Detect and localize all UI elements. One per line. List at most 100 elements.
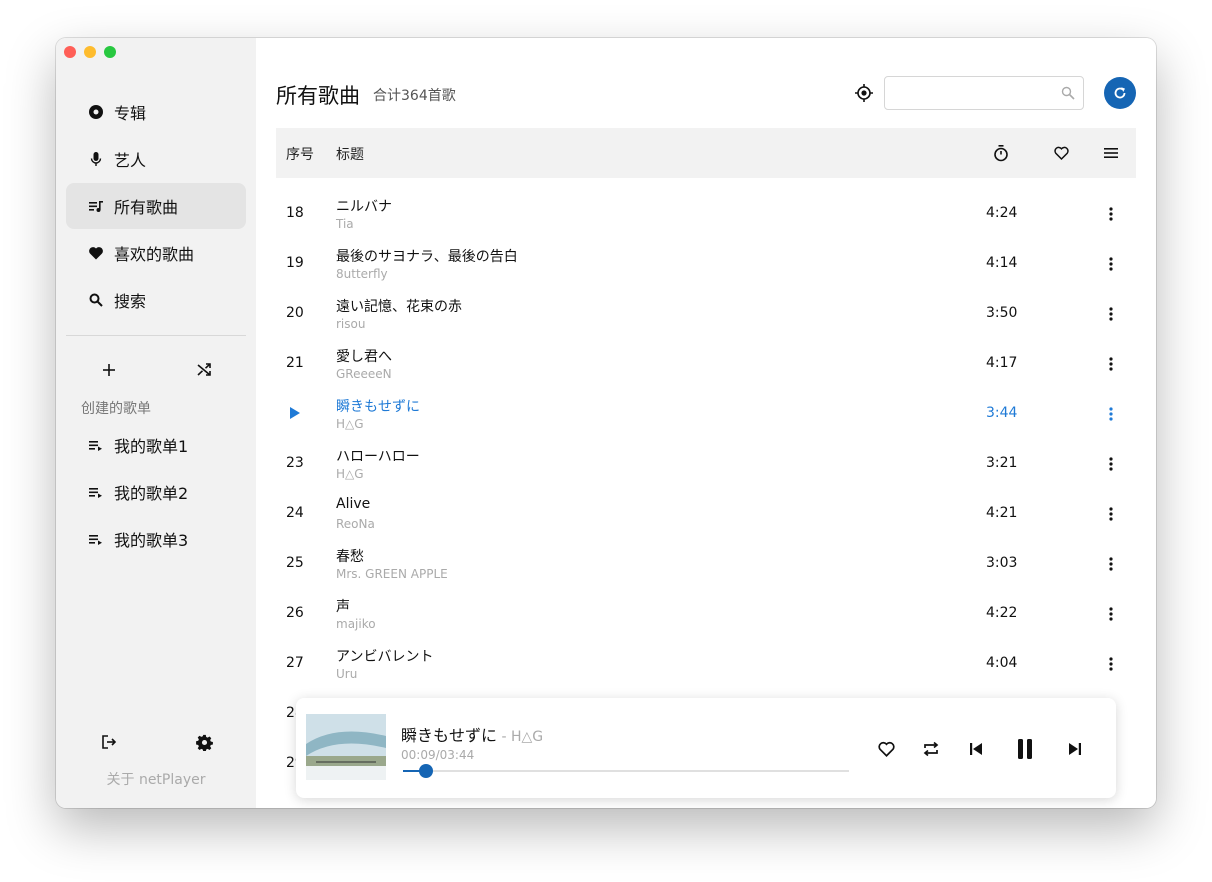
nav-liked-songs-label: 喜欢的歌曲 — [114, 245, 195, 264]
shuffle-icon — [197, 363, 211, 376]
gear-icon — [195, 734, 213, 751]
more-vertical-icon — [1109, 407, 1113, 421]
row-duration: 3:21 — [986, 455, 1018, 471]
search-input[interactable] — [885, 77, 1055, 109]
row-more-button[interactable] — [1101, 204, 1121, 224]
table-row-now-playing[interactable]: 瞬きもせずに H△G 3:44 — [276, 388, 1136, 438]
progress-slider[interactable] — [403, 764, 849, 778]
player-song-title[interactable]: 瞬きもせずに — [401, 726, 497, 745]
nav-search[interactable]: 搜索 — [66, 277, 246, 323]
more-vertical-icon — [1109, 457, 1113, 471]
main-panel: 所有歌曲 合计364首歌 序号 标题 18 ニルバナ Tia 4:24 19 最… — [256, 38, 1156, 808]
row-artist[interactable]: Mrs. GREEN APPLE — [336, 567, 448, 581]
row-duration: 4:21 — [986, 505, 1018, 521]
player-artist[interactable]: H△G — [511, 729, 543, 745]
heart-outline-icon — [877, 741, 895, 757]
row-more-button[interactable] — [1101, 304, 1121, 324]
album-cover[interactable] — [306, 714, 386, 780]
row-artist[interactable]: H△G — [336, 417, 364, 431]
table-row[interactable]: 18 ニルバナ Tia 4:24 — [276, 188, 1136, 238]
row-duration: 3:44 — [986, 405, 1018, 421]
row-artist[interactable]: risou — [336, 317, 365, 331]
menu-icon[interactable] — [1101, 143, 1121, 163]
settings-button[interactable] — [194, 732, 214, 752]
row-duration: 4:17 — [986, 355, 1018, 371]
row-more-button[interactable] — [1101, 454, 1121, 474]
music-list-icon — [88, 198, 104, 214]
row-more-button[interactable] — [1101, 254, 1121, 274]
playlist-label: 我的歌单1 — [114, 437, 189, 456]
header-number: 序号 — [286, 147, 314, 163]
row-more-button[interactable] — [1101, 404, 1121, 424]
nav-artist[interactable]: 艺人 — [66, 136, 246, 182]
stopwatch-icon — [991, 143, 1011, 163]
more-vertical-icon — [1109, 307, 1113, 321]
locate-current-song-button[interactable] — [854, 83, 874, 103]
row-artist[interactable]: GReeeeN — [336, 367, 392, 381]
playlist-label: 我的歌单2 — [114, 484, 189, 503]
add-playlist-button[interactable] — [99, 360, 119, 380]
row-title: 春愁 — [336, 549, 364, 565]
nav-all-songs[interactable]: 所有歌曲 — [66, 183, 246, 229]
refresh-button[interactable] — [1104, 77, 1136, 109]
row-more-button[interactable] — [1101, 604, 1121, 624]
row-artist[interactable]: H△G — [336, 467, 364, 481]
shuffle-button[interactable] — [194, 360, 214, 380]
table-row[interactable]: 27 アンビバレント Uru 4:04 — [276, 638, 1136, 688]
row-artist[interactable]: 8utterfly — [336, 267, 388, 281]
row-number: 21 — [286, 355, 304, 371]
playlist-item[interactable]: 我的歌单2 — [66, 472, 246, 512]
logout-button[interactable] — [99, 732, 119, 752]
table-row[interactable]: 25 春愁 Mrs. GREEN APPLE 3:03 — [276, 538, 1136, 588]
row-more-button[interactable] — [1101, 504, 1121, 524]
nav-album[interactable]: 专辑 — [66, 89, 246, 135]
plus-icon — [103, 364, 115, 376]
like-button[interactable] — [875, 738, 897, 760]
table-row[interactable]: 23 ハローハロー H△G 3:21 — [276, 438, 1136, 488]
repeat-button[interactable] — [920, 738, 942, 760]
row-duration: 3:50 — [986, 305, 1018, 321]
row-number: 18 — [286, 205, 304, 221]
about-link[interactable]: 关于 netPlayer — [56, 769, 256, 789]
row-number: 26 — [286, 605, 304, 621]
row-number: 20 — [286, 305, 304, 321]
row-artist[interactable]: ReoNa — [336, 517, 375, 531]
zoom-window-button[interactable] — [104, 46, 116, 58]
row-artist[interactable]: majiko — [336, 617, 376, 631]
album-icon — [88, 104, 104, 120]
row-duration: 4:24 — [986, 205, 1018, 221]
row-artist[interactable]: Tia — [336, 217, 354, 231]
player-song-info: 瞬きもせずに - H△G — [401, 722, 543, 746]
pause-button[interactable] — [1014, 738, 1036, 760]
next-button[interactable] — [1064, 738, 1086, 760]
playlist-item[interactable]: 我的歌单1 — [66, 425, 246, 465]
previous-button[interactable] — [965, 738, 987, 760]
table-row[interactable]: 24 Alive ReoNa 4:21 — [276, 488, 1136, 538]
playlist-item[interactable]: 我的歌单3 — [66, 519, 246, 559]
table-row[interactable]: 26 声 majiko 4:22 — [276, 588, 1136, 638]
more-vertical-icon — [1109, 607, 1113, 621]
row-more-button[interactable] — [1101, 354, 1121, 374]
row-title: 最後のサヨナラ、最後の告白 — [336, 249, 518, 265]
song-count: 合计364首歌 — [373, 88, 456, 104]
playlist-icon — [89, 441, 102, 451]
heart-outline-icon — [1051, 143, 1071, 163]
header-title: 标题 — [336, 147, 364, 163]
close-window-button[interactable] — [64, 46, 76, 58]
row-title: 愛し君へ — [336, 349, 392, 365]
progress-knob[interactable] — [418, 764, 433, 778]
row-title: 遠い記憶、花束の赤 — [336, 299, 462, 315]
minimize-window-button[interactable] — [84, 46, 96, 58]
more-vertical-icon — [1109, 357, 1113, 371]
nav-liked-songs[interactable]: 喜欢的歌曲 — [66, 230, 246, 276]
row-more-button[interactable] — [1101, 554, 1121, 574]
pause-icon — [1018, 739, 1032, 759]
row-artist[interactable]: Uru — [336, 667, 357, 681]
table-row[interactable]: 19 最後のサヨナラ、最後の告白 8utterfly 4:14 — [276, 238, 1136, 288]
row-more-button[interactable] — [1101, 654, 1121, 674]
playlist-icon — [89, 535, 102, 545]
table-row[interactable]: 21 愛し君へ GReeeeN 4:17 — [276, 338, 1136, 388]
search-icon — [1061, 86, 1075, 100]
locate-icon — [855, 84, 873, 102]
table-row[interactable]: 20 遠い記憶、花束の赤 risou 3:50 — [276, 288, 1136, 338]
